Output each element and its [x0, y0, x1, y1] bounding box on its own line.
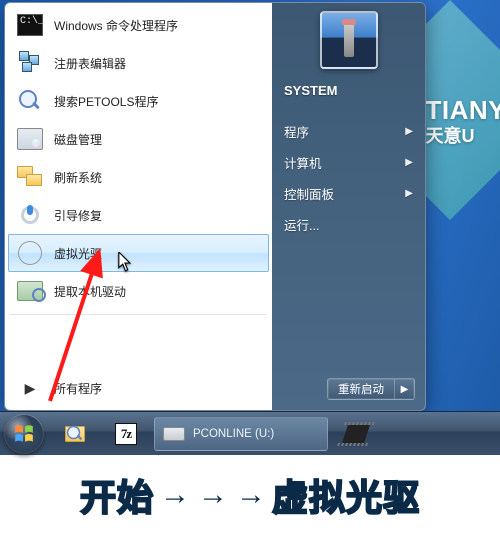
lighthouse-icon — [344, 23, 354, 57]
start-item-label: 引导修复 — [54, 207, 102, 224]
rlink-run[interactable]: 运行... — [282, 209, 415, 240]
driver-icon — [16, 277, 44, 305]
chevron-right-icon[interactable]: ▶ — [394, 379, 414, 399]
start-all-programs-label: 所有程序 — [54, 380, 102, 397]
folders-icon — [16, 163, 44, 191]
restart-button[interactable]: 重新启动 ▶ — [327, 378, 415, 400]
start-item-disk-mgmt[interactable]: 磁盘管理 — [8, 120, 269, 158]
username: SYSTEM — [282, 83, 415, 98]
rlink-programs[interactable]: 程序 ▶ — [282, 116, 415, 147]
start-item-label: 虚拟光驱 — [54, 245, 102, 262]
arrow-right-icon: → — [158, 478, 192, 512]
start-menu: C:\_ Windows 命令处理程序 注册表编辑器 搜索PETOOLS程序 磁… — [4, 2, 426, 411]
sevenzip-icon: 7z — [115, 423, 137, 445]
windows-orb-icon — [5, 415, 43, 453]
start-item-virtual-cd[interactable]: 虚拟光驱 — [8, 234, 269, 272]
chevron-right-icon: ▶ — [405, 157, 413, 168]
rlink-label: 程序 — [284, 122, 309, 141]
start-menu-programs: C:\_ Windows 命令处理程序 注册表编辑器 搜索PETOOLS程序 磁… — [5, 3, 272, 410]
drive-icon — [163, 423, 185, 445]
start-item-label: Windows 命令处理程序 — [54, 17, 178, 34]
start-item-regedit[interactable]: 注册表编辑器 — [8, 44, 269, 82]
user-picture[interactable] — [320, 11, 378, 69]
start-item-label: 注册表编辑器 — [54, 55, 126, 72]
rlink-label: 计算机 — [284, 153, 322, 172]
start-menu-right: SYSTEM 程序 ▶ 计算机 ▶ 控制面板 ▶ 运行... 重新启动 ▶ — [272, 3, 425, 410]
arrow-right-icon: → — [234, 478, 268, 512]
start-item-label: 搜索PETOOLS程序 — [54, 93, 158, 110]
start-item-boot-repair[interactable]: 引导修复 — [8, 196, 269, 234]
start-item-label: 提取本机驱动 — [54, 283, 126, 300]
taskbar-chip-tool[interactable] — [334, 417, 378, 451]
search-icon — [16, 87, 44, 115]
rlink-label: 运行... — [284, 215, 319, 234]
taskbar-7zip[interactable]: 7z — [104, 417, 148, 451]
desktop: TIANY 天意U C:\_ Windows 命令处理程序 注册表编辑器 搜索P… — [0, 0, 500, 455]
start-item-label: 磁盘管理 — [54, 131, 102, 148]
start-item-search-petools[interactable]: 搜索PETOOLS程序 — [8, 82, 269, 120]
caption-word-start: 开始 — [80, 469, 154, 521]
chevron-right-icon: ▶ — [16, 374, 44, 402]
chevron-right-icon: ▶ — [405, 188, 413, 199]
cd-icon — [16, 239, 44, 267]
registry-icon — [16, 49, 44, 77]
cursor-icon — [118, 252, 133, 277]
chip-icon — [345, 423, 367, 445]
power-icon — [16, 201, 44, 229]
disk-icon — [16, 125, 44, 153]
start-all-programs[interactable]: ▶ 所有程序 — [8, 369, 269, 407]
start-item-cmd[interactable]: C:\_ Windows 命令处理程序 — [8, 6, 269, 44]
restart-label: 重新启动 — [328, 381, 394, 397]
separator — [10, 314, 267, 315]
wallpaper-line2: 天意U — [426, 126, 500, 147]
chevron-right-icon: ▶ — [405, 126, 413, 137]
rlink-control-panel[interactable]: 控制面板 ▶ — [282, 178, 415, 209]
start-button[interactable] — [0, 412, 48, 456]
start-item-refresh-system[interactable]: 刷新系统 — [8, 158, 269, 196]
start-item-extract-drivers[interactable]: 提取本机驱动 — [8, 272, 269, 310]
taskbar-search[interactable] — [54, 417, 98, 451]
start-item-label: 刷新系统 — [54, 169, 102, 186]
wallpaper-line1: TIANY — [426, 96, 500, 126]
arrow-right-icon: → — [196, 478, 230, 512]
rlink-label: 控制面板 — [284, 184, 334, 203]
cmd-icon: C:\_ — [16, 11, 44, 39]
taskbar: 7z PCONLINE (U:) — [0, 411, 500, 455]
search-folder-icon — [65, 423, 87, 445]
caption-word-virtualcd: 虚拟光驱 — [272, 469, 420, 521]
taskbar-task-pconline[interactable]: PCONLINE (U:) — [154, 417, 328, 451]
instruction-caption: 开始 → → → 虚拟光驱 — [0, 455, 500, 535]
wallpaper-brand: TIANY 天意U — [426, 96, 500, 147]
taskbar-task-label: PCONLINE (U:) — [193, 428, 274, 440]
rlink-computer[interactable]: 计算机 ▶ — [282, 147, 415, 178]
